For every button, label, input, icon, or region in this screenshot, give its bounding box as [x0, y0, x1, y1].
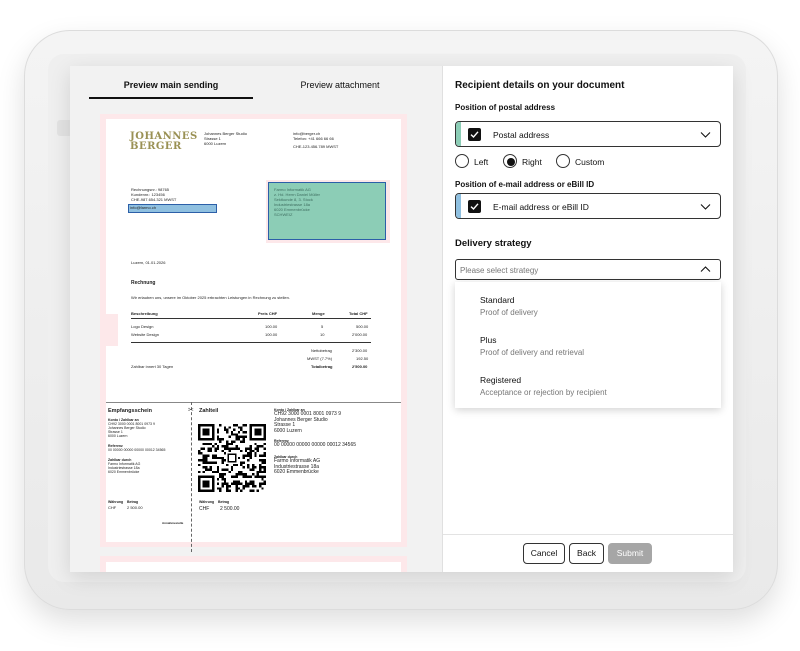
- postal-color-bar: [456, 122, 461, 146]
- table-footer-rule: [131, 342, 371, 343]
- customer-vat: CHE-987.654.321 MWST: [131, 197, 177, 202]
- row-1-desc: Logo Design: [131, 324, 154, 329]
- postal-select-label: Postal address: [493, 130, 550, 140]
- email-address-select[interactable]: E-mail address or eBill ID: [455, 193, 721, 219]
- receipt-ref: 00 00000 00000 00000 00012 34565: [108, 448, 166, 452]
- delivery-strategy-title: Delivery strategy: [455, 238, 532, 249]
- invoice-page-2: [106, 562, 401, 572]
- invoice-title: Rechnung: [131, 280, 156, 286]
- row-2-desc: Website Design: [131, 332, 159, 337]
- panel-title: Recipient details on your document: [455, 80, 625, 91]
- row-1-price: 100.00: [265, 324, 278, 329]
- receipt-separator: [191, 402, 192, 552]
- strategy-dropdown: Standard Proof of delivery Plus Proof of…: [455, 282, 721, 408]
- radio-custom[interactable]: Custom: [556, 154, 611, 168]
- total-label: Totalbetrag: [311, 364, 333, 369]
- email-color-bar: [456, 194, 461, 218]
- radio-right[interactable]: Right: [503, 154, 549, 168]
- preview-tabs: Preview main sending Preview attachment: [70, 66, 442, 100]
- receipt-currency-label: Währung: [108, 500, 124, 504]
- payment-city: 6000 Luzern: [274, 427, 302, 434]
- qr-bill-separator: [106, 402, 401, 403]
- settings-panel: Recipient details on your document Posit…: [442, 66, 733, 572]
- scissors-icon: ✂: [188, 407, 194, 414]
- checkbox-checked-icon[interactable]: [468, 128, 481, 141]
- cancel-button[interactable]: Cancel: [523, 543, 565, 564]
- payment-terms: Zahlbar innert 30 Tagen: [131, 364, 174, 369]
- col-description: Beschreibung: [131, 311, 158, 316]
- active-tab-underline: [89, 97, 253, 99]
- postal-position-label: Position of postal address: [455, 103, 556, 112]
- invoice-date: Luzern, 01.01.2026: [131, 260, 166, 265]
- option-plus[interactable]: Plus Proof of delivery and retrieval: [455, 335, 721, 375]
- document-settings-modal: Preview main sending Preview attachment …: [70, 66, 733, 572]
- net-label: Nettobetrag: [311, 348, 332, 353]
- receipt-currency: CHF: [108, 505, 117, 510]
- col-price: Preis CHF: [258, 311, 278, 316]
- col-qty: Menge: [312, 311, 325, 316]
- delivery-strategy-select[interactable]: Please select strategy: [455, 259, 721, 280]
- postal-position-radios: Left Right Custom: [455, 154, 721, 170]
- postal-address-select[interactable]: Postal address: [455, 121, 721, 147]
- company-logo: JOHANNES BERGER: [130, 131, 198, 152]
- receipt-city: 6000 Luzern: [108, 434, 128, 438]
- table-header-rule: [131, 318, 371, 319]
- invoice-intro: Wir erlauben uns, unsere im Oktober 2025…: [131, 295, 290, 300]
- vat-label: MWST (7.7%): [307, 356, 333, 361]
- total-value: 2'500.00: [352, 364, 368, 369]
- qr-code: [198, 424, 266, 492]
- radio-left[interactable]: Left: [455, 154, 495, 168]
- row-1-total: 500.00: [356, 324, 369, 329]
- recipient-line-6: SCHWEIZ: [274, 212, 293, 217]
- option-standard[interactable]: Standard Proof of delivery: [455, 295, 721, 335]
- customer-email: info@farmo.ch: [130, 205, 157, 210]
- sender-phone: Telefon: +41 666 66 66: [293, 136, 334, 141]
- payment-currency: CHF: [199, 506, 210, 512]
- payment-part-title: Zahlteil: [199, 408, 219, 414]
- payment-ref: 00 00000 00000 00000 00012 34565: [274, 442, 357, 448]
- radio-selected-dot: [507, 158, 515, 166]
- checkbox-checked-icon[interactable]: [468, 200, 481, 213]
- row-2-total: 2'000.00: [352, 332, 368, 337]
- modal-footer: Cancel Back Submit: [443, 534, 733, 572]
- receipt-payer-3: 6020 Emmenbrücke: [108, 470, 140, 474]
- net-value: 2'300.00: [352, 348, 368, 353]
- row-2-price: 100.00: [265, 332, 278, 337]
- receipt-acceptance: Annahmestelle: [162, 521, 184, 525]
- tab-preview-attachment[interactable]: Preview attachment: [260, 80, 420, 90]
- back-button[interactable]: Back: [569, 543, 604, 564]
- fold-mark: [106, 314, 118, 346]
- chevron-up-icon: [700, 266, 711, 272]
- strategy-placeholder: Please select strategy: [460, 266, 539, 275]
- receipt-title: Empfangsschein: [108, 408, 153, 414]
- sender-city: 6000 Luzern: [204, 141, 227, 146]
- payment-payer-3: 6020 Emmenbrücke: [274, 469, 319, 475]
- col-total: Total CHF: [349, 311, 368, 316]
- row-2-qty: 10: [320, 332, 325, 337]
- email-position-label: Position of e-mail address or eBill ID: [455, 180, 595, 189]
- option-registered[interactable]: Registered Acceptance or rejection by re…: [455, 375, 721, 415]
- receipt-amount: 2 500.00: [127, 505, 143, 510]
- tab-preview-main[interactable]: Preview main sending: [89, 80, 253, 90]
- receipt-amount-label: Betrag: [127, 500, 139, 504]
- sender-vat: CHE-123.456.789 MWST: [293, 144, 339, 149]
- email-select-label: E-mail address or eBill ID: [493, 202, 589, 212]
- vat-value: 192.50: [356, 356, 369, 361]
- payment-amount: 2 500.00: [220, 506, 240, 512]
- submit-button[interactable]: Submit: [608, 543, 652, 564]
- payment-amount-label: Betrag: [218, 500, 230, 504]
- payment-currency-label: Währung: [199, 500, 215, 504]
- row-1-qty: 5: [321, 324, 324, 329]
- preview-panel: Preview main sending Preview attachment …: [70, 66, 442, 572]
- chevron-down-icon: [700, 204, 711, 210]
- chevron-down-icon: [700, 132, 711, 138]
